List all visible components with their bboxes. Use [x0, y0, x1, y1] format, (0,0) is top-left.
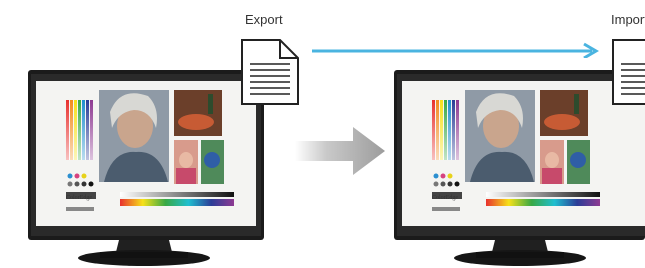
import-label: Import — [611, 12, 645, 27]
document-icon — [612, 39, 645, 105]
screen-logo-text-right: ColorEdge — [432, 195, 458, 201]
transfer-arrow — [295, 127, 385, 175]
document-icon — [241, 39, 299, 105]
screen-logo-text-left: ColorEdge — [66, 195, 92, 201]
export-label: Export — [245, 12, 283, 27]
export-import-arrow — [312, 42, 599, 58]
